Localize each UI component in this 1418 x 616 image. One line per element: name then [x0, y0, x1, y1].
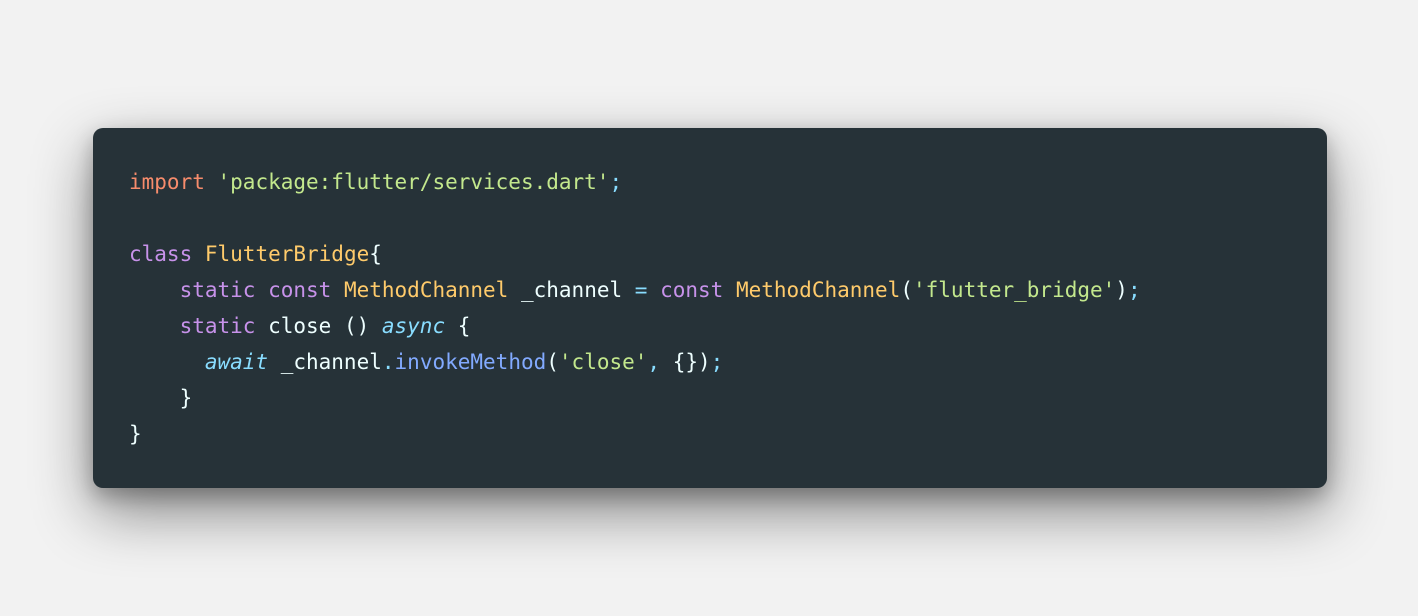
- code-token-plain: _channel: [268, 350, 382, 374]
- code-card: import 'package:flutter/services.dart'; c…: [93, 128, 1327, 488]
- code-token-storage: static: [179, 314, 256, 338]
- code-line: await _channel.invokeMethod('close', {})…: [129, 344, 1141, 380]
- code-token-string: 'close': [558, 350, 648, 374]
- code-token-class: FlutterBridge: [204, 242, 370, 266]
- code-token-plain: ): [1115, 278, 1128, 302]
- code-token-storage: const: [268, 278, 332, 302]
- code-token-storage: static: [179, 278, 256, 302]
- code-token-storage: class: [129, 242, 193, 266]
- code-token-punct: ;: [710, 350, 724, 374]
- code-token-func: invokeMethod: [394, 350, 547, 374]
- code-token-punct: ,: [647, 350, 673, 374]
- code-token-italic: await: [204, 350, 269, 374]
- code-token-class: MethodChannel: [343, 278, 509, 302]
- code-token-string: 'package:flutter/services.dart': [217, 170, 610, 194]
- code-line: static const MethodChannel _channel = co…: [129, 272, 1141, 308]
- code-token-plain: {}): [672, 350, 711, 374]
- code-token-class: MethodChannel: [735, 278, 901, 302]
- code-token-plain: (: [546, 350, 559, 374]
- code-token-punct: =: [634, 278, 648, 302]
- code-token-storage: const: [660, 278, 724, 302]
- code-line: class FlutterBridge{: [129, 236, 1141, 272]
- code-token-punct: ;: [1127, 278, 1141, 302]
- code-line: }: [129, 416, 1141, 452]
- code-token-plain: _channel: [508, 278, 635, 302]
- code-line: }: [129, 380, 1141, 416]
- code-token-plain: }: [129, 386, 193, 410]
- code-token-punct: .: [381, 350, 395, 374]
- code-token-plain: }: [129, 422, 142, 446]
- code-token-plain: close (): [255, 314, 382, 338]
- code-token-punct: ;: [609, 170, 623, 194]
- code-line: import 'package:flutter/services.dart';: [129, 164, 1141, 200]
- code-line: static close () async {: [129, 308, 1141, 344]
- code-token-plain: {: [369, 242, 382, 266]
- code-token-string: 'flutter_bridge': [913, 278, 1116, 302]
- code-token-keyword: import: [129, 170, 205, 194]
- code-block: import 'package:flutter/services.dart'; c…: [129, 164, 1141, 452]
- code-token-plain: (: [900, 278, 913, 302]
- code-token-plain: {: [445, 314, 471, 338]
- code-token-italic: async: [381, 314, 446, 338]
